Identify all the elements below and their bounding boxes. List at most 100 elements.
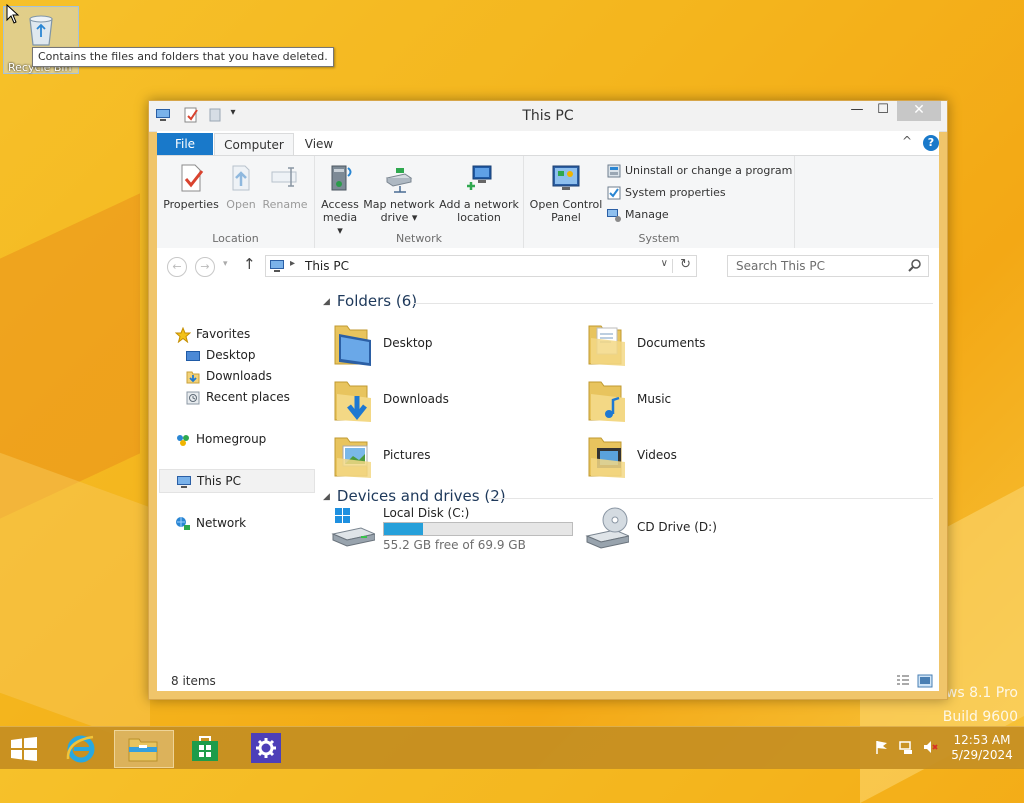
add-network-location-button[interactable]: Add a network location [437,162,521,224]
map-network-drive-icon [385,168,413,193]
folder-tile-documents[interactable]: Documents [585,320,825,372]
forward-button[interactable]: → [195,257,215,277]
network-group-label: Network [396,232,442,245]
ribbon-tabs: File Computer View ^ ? [157,131,939,156]
local-disk-icon [331,508,375,547]
open-label: Open [226,198,256,211]
pictures-folder-icon [334,437,371,478]
search-icon[interactable] [908,258,922,272]
folder-tile-pictures[interactable]: Pictures [331,432,571,484]
nav-label-favorites: Favorites [196,327,251,341]
taskbar-settings[interactable] [238,730,296,766]
maximize-button[interactable]: ☐ [869,101,897,121]
drive-name-d: CD Drive (D:) [637,520,717,534]
folder-tile-downloads[interactable]: Downloads [331,376,571,428]
nav-item-this-pc[interactable]: This PC [159,469,315,493]
tab-computer[interactable]: Computer [214,133,294,156]
status-bar: 8 items [157,671,939,691]
title-bar[interactable]: ▾ This PC — ☐ ✕ [149,101,947,132]
nav-item-network[interactable]: Network [175,512,331,534]
large-icons-view-icon[interactable] [917,673,933,689]
downloads-folder-icon [334,381,371,422]
folders-section-header[interactable]: ◢ Folders (6) [323,292,417,314]
rename-label: Rename [262,198,308,211]
address-toolbar: ← → ▾ ↑ ▸ This PC ∨ ↻ Search This PC [157,248,939,282]
folders-header-label: Folders (6) [336,292,418,310]
taskbar-store[interactable] [176,730,234,766]
uninstall-program-icon [607,164,621,178]
properties-button[interactable]: Properties [163,162,219,211]
this-pc-icon [177,475,191,488]
collapse-triangle-icon: ◢ [323,491,330,502]
settings-tile [251,733,281,763]
help-icon[interactable]: ? [923,135,939,151]
homegroup-icon [177,434,189,446]
system-group-label: System [638,232,680,245]
drive-tile-cd-drive-d[interactable]: CD Drive (D:) [585,504,825,556]
minimize-button[interactable]: — [843,101,871,121]
rename-icon [271,167,297,187]
taskbar-internet-explorer[interactable] [52,730,110,766]
open-icon [232,165,250,191]
access-media-button[interactable]: Access media ▾ [319,162,361,237]
properties-label: Properties [163,198,219,211]
navigation-pane: Favorites Desktop Downloads Recent place… [157,282,317,652]
drive-tile-local-disk-c[interactable]: Local Disk (C:) 55.2 GB free of 69.9 GB [331,504,591,556]
details-view-icon[interactable] [895,673,911,689]
access-media-label-1: Access [321,198,359,211]
folder-name-downloads: Downloads [383,392,449,406]
downloads-icon [186,371,200,383]
up-button[interactable]: ↑ [243,255,256,273]
control-panel-label-1: Open Control [529,198,603,211]
manage-computer-icon [607,209,621,222]
address-path[interactable]: This PC [305,259,349,273]
nav-item-homegroup[interactable]: Homegroup [175,428,331,450]
open-control-panel-button[interactable]: Open Control Panel [528,162,604,224]
network-status-icon[interactable] [898,739,914,755]
manage-button[interactable]: Manage [606,206,669,224]
rename-button[interactable]: Rename [261,162,309,211]
window-title: This PC [522,108,574,124]
back-button[interactable]: ← [167,257,187,277]
volume-muted-icon[interactable] [922,739,938,755]
close-button[interactable]: ✕ [897,101,941,121]
address-dropdown-chevron-icon[interactable]: ∨ [661,258,668,269]
minimize-ribbon-icon[interactable]: ^ [902,134,912,148]
uninstall-program-label: Uninstall or change a program [625,164,793,177]
nav-item-favorites[interactable]: Favorites [175,323,331,345]
nav-label-desktop: Desktop [206,348,256,362]
map-network-drive-button[interactable]: Map network drive ▾ [363,162,435,224]
window-client: File Computer View ^ ? Properties Open R… [157,131,939,691]
cd-drive-icon [585,507,629,549]
content-pane: ◢ Folders (6) Desktop Documents Downloads… [317,282,939,652]
tab-file[interactable]: File [157,133,213,155]
folder-tile-videos[interactable]: Videos [585,432,825,484]
add-network-location-icon [467,165,492,190]
folder-tile-desktop[interactable]: Desktop [331,320,571,372]
system-properties-button[interactable]: System properties [606,184,726,202]
folders-section-divider [413,303,933,304]
map-network-drive-label-2: drive ▾ [380,211,418,224]
search-input[interactable]: Search This PC [727,255,929,277]
star-icon [175,326,191,343]
search-placeholder: Search This PC [736,259,825,273]
recent-locations-chevron-icon[interactable]: ▾ [223,259,228,269]
uninstall-program-button[interactable]: Uninstall or change a program [606,162,792,180]
breadcrumb-separator-icon[interactable]: ▸ [290,258,295,269]
taskbar-file-explorer[interactable] [114,730,174,768]
address-bar[interactable]: ▸ This PC ∨ ↻ [265,255,697,277]
taskbar-clock[interactable]: 12:53 AM 5/29/2024 [944,733,1020,763]
folder-tile-music[interactable]: Music [585,376,825,428]
nav-label-this-pc: This PC [197,474,241,488]
tab-view[interactable]: View [297,133,341,155]
folder-name-music: Music [637,392,672,406]
clock-time: 12:53 AM [953,733,1011,747]
os-watermark-build: Build 9600 [942,709,1018,725]
music-folder-icon [588,381,625,422]
refresh-icon[interactable]: ↻ [680,257,691,272]
windows-start-icon[interactable] [10,737,38,761]
desktop-folder-icon [334,325,371,366]
collapse-triangle-icon: ◢ [323,296,330,307]
action-center-flag-icon[interactable] [874,739,890,755]
open-button[interactable]: Open [223,162,259,211]
